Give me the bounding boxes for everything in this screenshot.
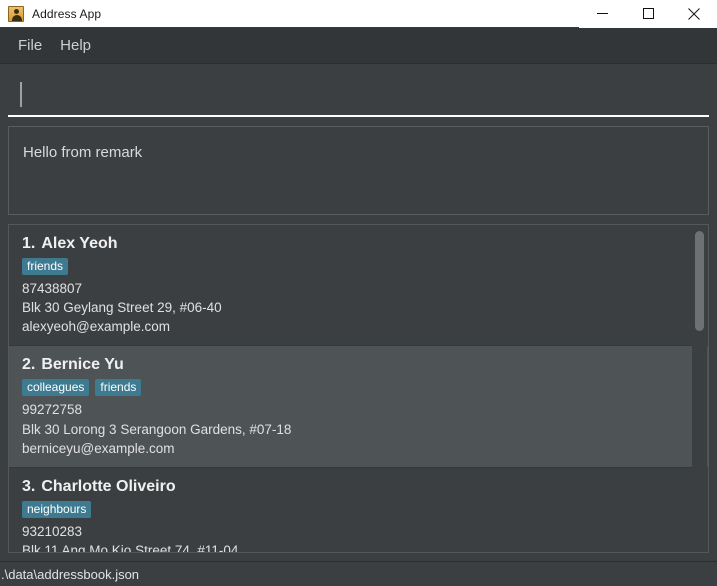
person-card-tags: friends xyxy=(22,258,696,275)
status-bar-file-path: .\data\addressbook.json xyxy=(1,567,139,582)
person-list-scrollbar[interactable] xyxy=(692,226,707,551)
person-card-index: 1. xyxy=(22,235,35,252)
result-display-box: Hello from remark xyxy=(8,126,709,215)
person-card-email: berniceyu@example.com xyxy=(22,439,696,458)
result-display-text: Hello from remark xyxy=(23,143,708,163)
person-card-title: 1. Alex Yeoh xyxy=(22,235,696,253)
window-controls xyxy=(579,0,717,28)
command-input-area xyxy=(0,64,717,118)
person-list[interactable]: 1. Alex Yeoh friends 87438807 Blk 30 Geyl… xyxy=(9,225,708,552)
person-card-index: 3. xyxy=(22,478,35,495)
person-card-name: Bernice Yu xyxy=(41,356,123,373)
tag-chip: neighbours xyxy=(22,501,91,518)
person-card-phone: 93210283 xyxy=(22,522,696,541)
text-caret xyxy=(20,82,22,107)
person-card-index: 2. xyxy=(22,356,35,373)
title-bar-left: Address App xyxy=(0,6,579,22)
person-card-name: Charlotte Oliveiro xyxy=(41,478,175,495)
close-button[interactable] xyxy=(671,0,717,28)
address-app-window: Address App File Help Hello from remark xyxy=(0,0,717,586)
person-card-tags: neighbours xyxy=(22,501,696,518)
person-card[interactable]: 2. Bernice Yu colleagues friends 99272758… xyxy=(9,346,708,467)
person-card-address: Blk 11 Ang Mo Kio Street 74, #11-04 xyxy=(22,541,696,552)
command-box[interactable] xyxy=(8,74,709,117)
tag-chip: friends xyxy=(95,379,141,396)
person-card-name: Alex Yeoh xyxy=(41,235,117,252)
scrollbar-thumb[interactable] xyxy=(695,231,704,331)
person-card-phone: 99272758 xyxy=(22,400,696,419)
menu-bar: File Help xyxy=(0,28,717,64)
result-display-area: Hello from remark xyxy=(0,118,717,215)
address-book-icon xyxy=(8,6,24,22)
person-card[interactable]: 1. Alex Yeoh friends 87438807 Blk 30 Geyl… xyxy=(9,225,708,346)
person-card[interactable]: 3. Charlotte Oliveiro neighbours 93210283… xyxy=(9,468,708,552)
command-input[interactable] xyxy=(20,74,709,115)
minimize-button[interactable] xyxy=(579,0,625,28)
person-card-title: 2. Bernice Yu xyxy=(22,356,696,374)
title-bar: Address App xyxy=(0,0,717,28)
status-bar: .\data\addressbook.json xyxy=(0,561,717,586)
person-card-address: Blk 30 Lorong 3 Serangoon Gardens, #07-1… xyxy=(22,420,696,439)
menu-item-help[interactable]: Help xyxy=(51,33,100,58)
person-card-phone: 87438807 xyxy=(22,279,696,298)
person-list-panel: 1. Alex Yeoh friends 87438807 Blk 30 Geyl… xyxy=(8,224,709,553)
person-card-email: alexyeoh@example.com xyxy=(22,317,696,336)
tag-chip: colleagues xyxy=(22,379,89,396)
menu-item-file[interactable]: File xyxy=(9,33,51,58)
window-title: Address App xyxy=(32,7,101,21)
maximize-button[interactable] xyxy=(625,0,671,28)
person-card-address: Blk 30 Geylang Street 29, #06-40 xyxy=(22,298,696,317)
person-card-title: 3. Charlotte Oliveiro xyxy=(22,478,696,496)
tag-chip: friends xyxy=(22,258,68,275)
person-card-tags: colleagues friends xyxy=(22,379,696,396)
